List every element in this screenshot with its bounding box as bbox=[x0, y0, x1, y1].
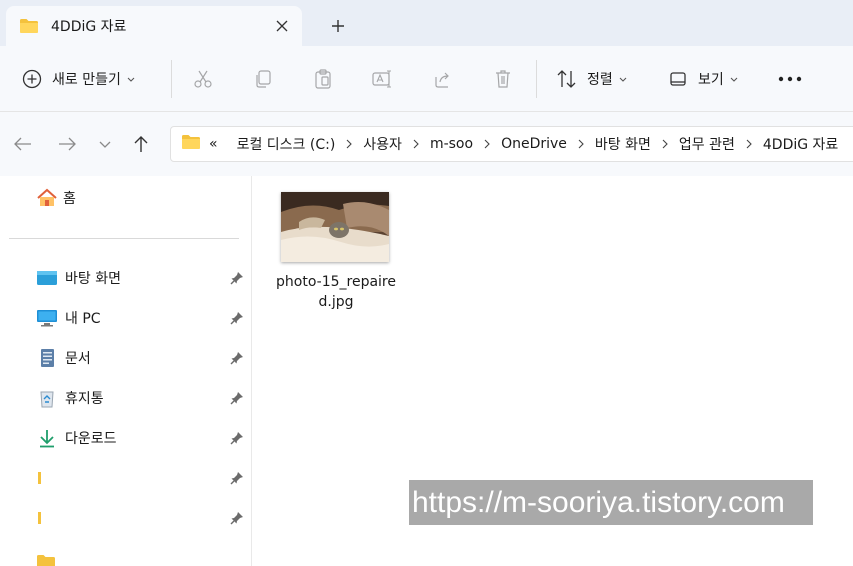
sidebar-item-downloads[interactable]: 다운로드 bbox=[36, 424, 250, 452]
sidebar-item-label: 문서 bbox=[65, 351, 91, 367]
chevron-down-icon bbox=[99, 141, 111, 148]
sort-label: 정렬 bbox=[587, 72, 613, 88]
folder-icon bbox=[38, 512, 41, 524]
sort-icon bbox=[557, 70, 576, 88]
sidebar-item-folder[interactable] bbox=[36, 504, 250, 532]
chevron-down-icon bbox=[730, 77, 738, 82]
chevron-right-icon[interactable] bbox=[662, 139, 668, 149]
pin-icon[interactable] bbox=[230, 310, 244, 329]
share-button[interactable] bbox=[433, 62, 453, 96]
arrow-right-icon bbox=[59, 137, 76, 151]
navigation-bar: « 로컬 디스크 (C:) 사용자 m-soo OneDrive 바탕 화면 업… bbox=[0, 112, 853, 176]
pin-icon[interactable] bbox=[230, 270, 244, 289]
breadcrumb: « 로컬 디스크 (C:) 사용자 m-soo OneDrive 바탕 화면 업… bbox=[207, 134, 840, 154]
divider bbox=[171, 60, 172, 98]
paste-button[interactable] bbox=[313, 62, 333, 96]
file-name: photo-15_repaired.jpg bbox=[276, 274, 396, 310]
clipboard-icon bbox=[315, 69, 331, 89]
sidebar-item-label: 휴지통 bbox=[65, 391, 104, 407]
delete-button[interactable] bbox=[493, 62, 513, 96]
up-button[interactable] bbox=[129, 132, 153, 156]
rename-button[interactable] bbox=[372, 62, 394, 96]
breadcrumb-item[interactable]: 4DDiG 자료 bbox=[761, 134, 840, 154]
more-icon bbox=[778, 76, 802, 82]
folder-icon bbox=[19, 18, 39, 38]
pin-icon[interactable] bbox=[230, 390, 244, 409]
view-icon bbox=[670, 72, 686, 86]
chevron-right-icon[interactable] bbox=[346, 139, 353, 149]
pin-icon[interactable] bbox=[230, 350, 244, 369]
new-tab-button[interactable] bbox=[324, 12, 352, 40]
breadcrumb-item[interactable]: OneDrive bbox=[499, 136, 569, 152]
chevron-right-icon[interactable] bbox=[413, 139, 419, 149]
sidebar-item-label: 홈 bbox=[63, 191, 76, 207]
tab-title: 4DDiG 자료 bbox=[51, 19, 127, 35]
forward-button[interactable] bbox=[55, 132, 79, 156]
cut-button[interactable] bbox=[193, 62, 213, 96]
share-icon bbox=[435, 72, 449, 88]
view-label: 보기 bbox=[698, 72, 724, 88]
divider bbox=[536, 60, 537, 98]
sidebar-item-documents[interactable]: 문서 bbox=[36, 344, 250, 372]
sort-button[interactable]: 정렬 bbox=[556, 62, 627, 96]
chevron-right-icon[interactable] bbox=[484, 139, 490, 149]
navigation-pane: 홈 바탕 화면 내 PC 문서 휴지통 다운로드 bbox=[0, 176, 252, 566]
breadcrumb-item[interactable]: m-soo bbox=[428, 136, 475, 152]
download-icon bbox=[40, 430, 54, 448]
close-icon[interactable] bbox=[270, 14, 294, 38]
pin-icon[interactable] bbox=[230, 510, 244, 529]
new-label: 새로 만들기 bbox=[52, 72, 121, 88]
sidebar-item-label: 내 PC bbox=[65, 311, 101, 327]
sidebar-item-folder[interactable] bbox=[36, 464, 250, 492]
address-bar[interactable]: « 로컬 디스크 (C:) 사용자 m-soo OneDrive 바탕 화면 업… bbox=[170, 126, 853, 162]
chevron-down-icon bbox=[127, 77, 135, 82]
chevron-right-icon[interactable] bbox=[578, 139, 584, 149]
tab-strip: 4DDiG 자료 bbox=[0, 0, 853, 48]
sidebar-item-label: 바탕 화면 bbox=[65, 271, 121, 287]
recent-locations-button[interactable] bbox=[93, 132, 117, 156]
divider bbox=[9, 238, 239, 239]
arrow-up-icon bbox=[134, 136, 148, 152]
chevron-down-icon bbox=[619, 77, 627, 82]
add-circle-icon bbox=[22, 69, 42, 89]
plus-icon bbox=[332, 20, 344, 32]
desktop-icon bbox=[37, 271, 57, 285]
breadcrumb-overflow[interactable]: « bbox=[207, 136, 220, 152]
sidebar-item-folder-partial[interactable] bbox=[36, 548, 250, 566]
image-thumbnail bbox=[281, 192, 389, 262]
copy-icon bbox=[256, 70, 271, 88]
sidebar-item-desktop[interactable]: 바탕 화면 bbox=[36, 264, 250, 292]
sidebar-item-home[interactable]: 홈 bbox=[36, 184, 250, 212]
folder-icon bbox=[38, 472, 41, 484]
back-button[interactable] bbox=[11, 132, 35, 156]
recycle-bin-icon bbox=[40, 391, 54, 408]
pin-icon[interactable] bbox=[230, 470, 244, 489]
sidebar-item-this-pc[interactable]: 내 PC bbox=[36, 304, 250, 332]
view-button[interactable]: 보기 bbox=[668, 62, 738, 96]
breadcrumb-item[interactable]: 업무 관련 bbox=[677, 134, 737, 154]
copy-button[interactable] bbox=[253, 62, 273, 96]
watermark-text: https://m-sooriya.tistory.com bbox=[409, 480, 813, 525]
breadcrumb-item[interactable]: 바탕 화면 bbox=[593, 134, 653, 154]
new-button[interactable]: 새로 만들기 bbox=[22, 62, 135, 96]
tab-4ddig[interactable]: 4DDiG 자료 bbox=[6, 6, 302, 46]
scissors-icon bbox=[194, 70, 212, 88]
trash-icon bbox=[496, 70, 510, 88]
chevron-right-icon[interactable] bbox=[746, 139, 752, 149]
breadcrumb-item[interactable]: 로컬 디스크 (C:) bbox=[235, 134, 338, 154]
more-options-button[interactable] bbox=[778, 62, 802, 96]
sidebar-item-label: 다운로드 bbox=[65, 431, 117, 447]
documents-icon bbox=[41, 349, 54, 367]
home-icon bbox=[37, 188, 57, 206]
command-bar: 새로 만들기 정렬 보기 bbox=[0, 46, 853, 112]
folder-icon bbox=[181, 134, 201, 154]
folder-icon bbox=[37, 555, 55, 566]
rename-icon bbox=[372, 70, 391, 88]
pc-icon bbox=[37, 310, 57, 327]
sidebar-item-recycle-bin[interactable]: 휴지통 bbox=[36, 384, 250, 412]
pin-icon[interactable] bbox=[230, 430, 244, 449]
arrow-left-icon bbox=[14, 137, 31, 151]
breadcrumb-item[interactable]: 사용자 bbox=[361, 134, 404, 154]
